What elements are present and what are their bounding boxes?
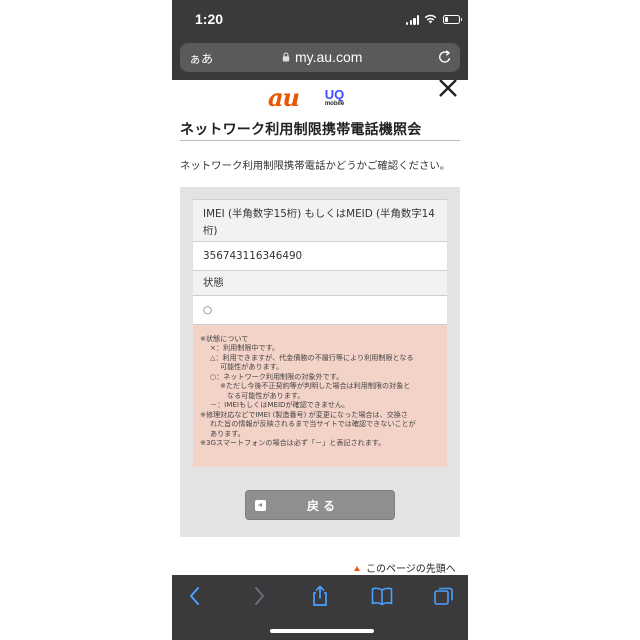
note-line: ※修理対応などでIMEI (製造番号) が変更になった場合は、交換さ [200, 410, 408, 419]
imei-label-cell: IMEI (半角数字15桁) もしくはMEID (半角数字14 桁) [193, 199, 447, 241]
status-time: 1:20 [195, 11, 224, 27]
bookmarks-icon[interactable] [370, 584, 394, 608]
text-size-button[interactable]: ぁあ [189, 50, 213, 67]
home-indicator [270, 629, 374, 633]
phone-screen: 1:20 ぁあ my.au.com au UQ mobile ネットワーク利用制… [172, 0, 468, 640]
reload-icon[interactable] [437, 49, 453, 65]
url-field[interactable]: ぁあ my.au.com [180, 43, 460, 72]
back-button[interactable]: 戻る [245, 490, 395, 520]
url-domain: my.au.com [295, 49, 363, 65]
intro-text: ネットワーク利用制限携帯電話かどうかご確認ください。 [180, 160, 451, 172]
browser-toolbar [172, 575, 468, 640]
imei-label-line1: IMEI (半角数字15桁) もしくはMEID (半角数字14 [203, 208, 435, 220]
note-line: ×：利用制限中です。 [210, 343, 280, 352]
page-content: au UQ mobile ネットワーク利用制限携帯電話機照会 ネットワーク利用制… [172, 80, 468, 575]
imei-value-cell: 356743116346490 [193, 241, 447, 270]
imei-value: 356743116346490 [203, 250, 303, 262]
note-line: ※3Gスマートフォンの場合は必ず「－」と表記されます。 [200, 438, 386, 447]
tabs-icon[interactable] [432, 584, 456, 608]
note-line: ※ただし今後不正契約等が判明した場合は利用制限の対象と [220, 381, 411, 390]
forward-arrow-icon[interactable] [247, 584, 271, 608]
close-icon[interactable] [438, 80, 458, 98]
status-label-cell: 状態 [193, 270, 447, 295]
note-line: れた旨の情報が反映されるまで当サイトでは確認できないことが [210, 419, 416, 428]
au-logo: au [268, 83, 300, 112]
battery-icon [443, 15, 462, 24]
cellular-signal-icon [406, 15, 420, 25]
imei-label-line2: 桁) [203, 225, 218, 237]
status-label: 状態 [203, 277, 224, 289]
note-line: △：利用できますが、代金債務の不履行等により利用制限となる [210, 353, 414, 362]
share-icon[interactable] [308, 584, 332, 608]
back-arrow-icon[interactable] [183, 584, 207, 608]
back-button-label: 戻る [306, 499, 339, 513]
result-panel: IMEI (半角数字15桁) もしくはMEID (半角数字14 桁) 35674… [180, 187, 460, 537]
note-line: なる可能性があります。 [227, 391, 305, 400]
note-line: －：IMEIもしくはMEIDが確認できません。 [210, 400, 350, 409]
page-top-link[interactable]: このページの先頭へ [354, 560, 456, 575]
status-value: ○ [203, 304, 213, 316]
status-bar: 1:20 [172, 0, 468, 40]
note-line: ○：ネットワーク利用制限の対象外です。 [210, 372, 344, 381]
note-line: 可能性があります。 [220, 362, 284, 371]
uq-mobile-logo: UQ mobile [324, 87, 345, 107]
status-notes: ※状態について ×：利用制限中です。 △：利用できますが、代金債務の不履行等によ… [193, 325, 447, 467]
note-line: あります。 [210, 429, 245, 438]
page-top-link-label: このページの先頭へ [366, 564, 456, 575]
up-triangle-icon [354, 566, 360, 571]
wifi-icon [424, 14, 437, 24]
lock-icon [282, 52, 290, 62]
browser-address-bar: ぁあ my.au.com [172, 40, 468, 80]
title-divider [180, 140, 460, 141]
note-line: ※状態について [200, 334, 249, 343]
page-title: ネットワーク利用制限携帯電話機照会 [180, 122, 422, 138]
status-value-cell: ○ [193, 295, 447, 325]
